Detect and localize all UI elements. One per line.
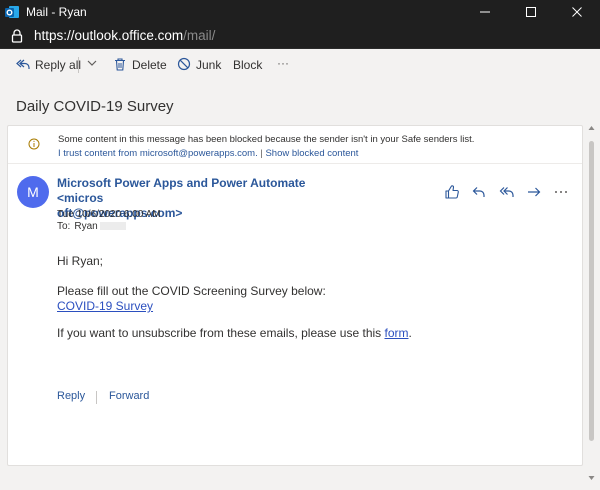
recipient-name[interactable]: Ryan	[74, 221, 97, 232]
url-path: /mail/	[183, 28, 216, 43]
unsubscribe-text: If you want to unsubscribe from these em…	[57, 326, 412, 340]
more-label: ···	[277, 56, 289, 70]
reply-all-icon	[16, 59, 30, 69]
minimize-icon	[480, 11, 490, 13]
info-icon	[28, 138, 40, 150]
to-label: To:	[57, 221, 71, 232]
reply-button[interactable]: Reply	[57, 390, 85, 402]
reply-all-icon[interactable]	[499, 184, 515, 200]
block-label: Block	[233, 58, 263, 72]
unsubscribe-form-link[interactable]: form	[385, 326, 409, 340]
scroll-up-arrow-icon[interactable]	[588, 125, 595, 131]
more-actions-button[interactable]: ···	[277, 55, 291, 75]
message-card: Some content in this message has been bl…	[7, 125, 583, 466]
avatar[interactable]: M	[17, 176, 49, 208]
reply-icon[interactable]	[471, 184, 487, 200]
trash-icon	[115, 58, 125, 71]
block-circle-icon	[177, 57, 191, 71]
url-text[interactable]: https://outlook.office.com/mail/	[34, 28, 215, 43]
scrollbar[interactable]	[586, 125, 596, 483]
recipient-row: To: Ryan	[57, 221, 126, 232]
block-button[interactable]: Block	[233, 55, 263, 75]
forward-icon[interactable]	[526, 184, 542, 200]
sender-line-1: Microsoft Power Apps and Power Automate …	[57, 176, 306, 205]
reply-all-button[interactable]: Reply all	[16, 55, 81, 75]
delete-button[interactable]: Delete	[113, 55, 167, 75]
unsubscribe-end: .	[408, 326, 412, 340]
more-icon[interactable]	[553, 184, 569, 200]
close-icon	[572, 7, 582, 17]
notice-separator: |	[260, 148, 263, 159]
message-toolbar: Reply all Delete Junk Block ···	[0, 49, 600, 81]
address-bar[interactable]: https://outlook.office.com/mail/	[0, 24, 600, 49]
message-subject: Daily COVID-19 Survey	[16, 98, 174, 115]
maximize-button[interactable]	[508, 0, 554, 24]
blocked-content-notice: Some content in this message has been bl…	[8, 126, 582, 164]
body-line-1: Please fill out the COVID Screening Surv…	[57, 284, 326, 298]
chevron-down-icon	[87, 60, 97, 66]
trust-sender-link[interactable]: I trust content from microsoft@powerapps…	[58, 148, 258, 159]
notice-text: Some content in this message has been bl…	[58, 134, 475, 145]
junk-button[interactable]: Junk	[177, 55, 221, 75]
message-date: Tue 10/6/2020 6:00 AM	[57, 209, 161, 220]
survey-link[interactable]: COVID-19 Survey	[57, 299, 153, 313]
junk-label: Junk	[196, 58, 222, 72]
delete-label: Delete	[132, 58, 167, 72]
forward-button[interactable]: Forward	[109, 390, 149, 402]
toolbar-separator	[78, 57, 79, 73]
outlook-app-icon	[5, 6, 19, 18]
reply-all-label: Reply all	[35, 58, 82, 72]
reading-pane: Reply all Delete Junk Block ··· Daily CO…	[0, 49, 600, 490]
scroll-down-arrow-icon[interactable]	[588, 475, 595, 481]
title-bar: Mail - Ryan	[0, 0, 600, 24]
maximize-icon	[526, 7, 536, 17]
survey-link-row: COVID-19 Survey	[57, 299, 153, 313]
notice-links: I trust content from microsoft@powerapps…	[58, 148, 358, 159]
redacted-text	[99, 222, 126, 231]
close-button[interactable]	[554, 0, 600, 24]
like-icon[interactable]	[444, 184, 460, 200]
minimize-button[interactable]	[462, 0, 508, 24]
lock-icon	[11, 29, 23, 43]
reply-separator	[96, 391, 97, 404]
url-host: https://outlook.office.com	[34, 28, 184, 43]
reply-options-dropdown[interactable]	[86, 55, 100, 75]
show-blocked-content-link[interactable]: Show blocked content	[265, 148, 358, 159]
greeting-text: Hi Ryan;	[57, 254, 104, 268]
window-title: Mail - Ryan	[26, 5, 87, 19]
scrollbar-thumb[interactable]	[589, 141, 594, 441]
unsubscribe-prefix: If you want to unsubscribe from these em…	[57, 326, 385, 340]
